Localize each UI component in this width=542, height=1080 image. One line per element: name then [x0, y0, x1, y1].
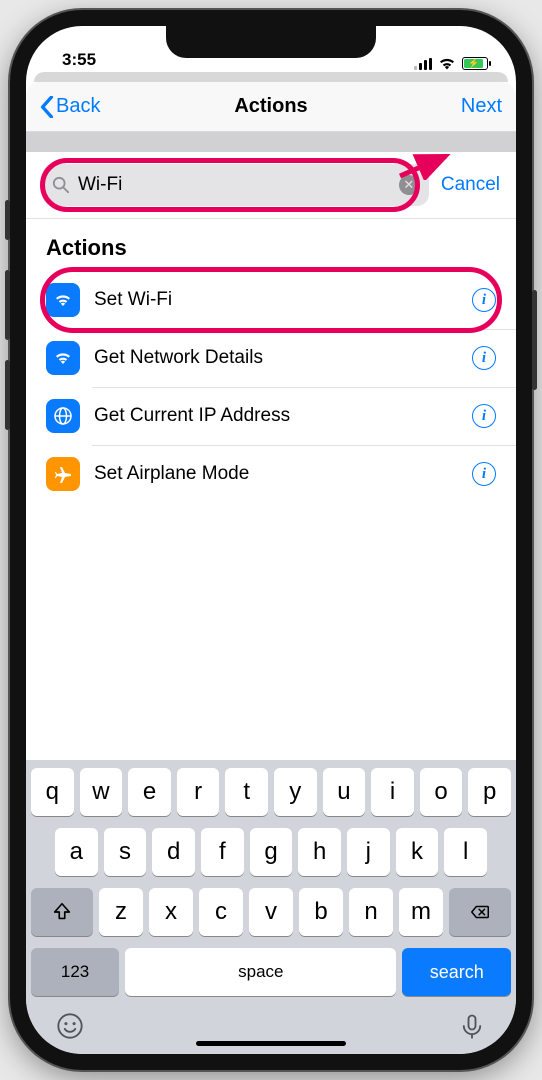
mic-icon[interactable] — [458, 1012, 486, 1040]
battery-icon: ⚡ — [462, 57, 488, 70]
key-x[interactable]: x — [149, 888, 193, 936]
action-label: Set Wi-Fi — [94, 289, 458, 311]
wifi-icon — [46, 283, 80, 317]
info-icon[interactable]: i — [472, 346, 496, 370]
next-button[interactable]: Next — [461, 95, 502, 118]
key-s[interactable]: s — [104, 828, 147, 876]
key-d[interactable]: d — [152, 828, 195, 876]
key-h[interactable]: h — [298, 828, 341, 876]
key-delete[interactable] — [449, 888, 511, 936]
wifi-icon — [46, 341, 80, 375]
keyboard: qwertyuiop asdfghjkl zxcvbnm 123 space s… — [26, 760, 516, 1054]
key-k[interactable]: k — [396, 828, 439, 876]
cancel-button[interactable]: Cancel — [441, 174, 500, 196]
card-stack-peek — [34, 72, 508, 82]
info-icon[interactable]: i — [472, 288, 496, 312]
action-label: Set Airplane Mode — [94, 463, 458, 485]
info-icon[interactable]: i — [472, 462, 496, 486]
search-row: ✕ Cancel — [26, 152, 516, 219]
spacer — [26, 132, 516, 152]
search-input[interactable] — [78, 174, 391, 196]
key-n[interactable]: n — [349, 888, 393, 936]
key-y[interactable]: y — [274, 768, 317, 816]
key-w[interactable]: w — [80, 768, 123, 816]
key-b[interactable]: b — [299, 888, 343, 936]
back-button[interactable]: Back — [40, 95, 100, 118]
search-box[interactable]: ✕ — [42, 164, 429, 206]
key-o[interactable]: o — [420, 768, 463, 816]
key-shift[interactable] — [31, 888, 93, 936]
content: Actions Set Wi-FiiGet Network DetailsiGe… — [26, 219, 516, 760]
key-f[interactable]: f — [201, 828, 244, 876]
key-i[interactable]: i — [371, 768, 414, 816]
phone-frame: 3:55 ⚡ Back Actions Next — [10, 10, 532, 1070]
action-label: Get Network Details — [94, 347, 458, 369]
action-label: Get Current IP Address — [94, 405, 458, 427]
key-g[interactable]: g — [250, 828, 293, 876]
key-p[interactable]: p — [468, 768, 511, 816]
key-v[interactable]: v — [249, 888, 293, 936]
section-header: Actions — [26, 219, 516, 271]
emoji-icon[interactable] — [56, 1012, 84, 1040]
globe-icon — [46, 399, 80, 433]
key-j[interactable]: j — [347, 828, 390, 876]
key-l[interactable]: l — [444, 828, 487, 876]
notch — [166, 26, 376, 58]
action-row[interactable]: Set Wi-Fi i — [26, 271, 516, 329]
key-q[interactable]: q — [31, 768, 74, 816]
home-indicator[interactable] — [196, 1041, 346, 1046]
action-row[interactable]: Set Airplane Mode i — [26, 445, 516, 503]
action-row[interactable]: Get Network Details i — [26, 329, 516, 387]
chevron-left-icon — [40, 96, 54, 118]
back-label: Back — [56, 95, 100, 118]
key-e[interactable]: e — [128, 768, 171, 816]
screen: 3:55 ⚡ Back Actions Next — [26, 26, 516, 1054]
key-search[interactable]: search — [402, 948, 511, 996]
key-c[interactable]: c — [199, 888, 243, 936]
cellular-icon — [414, 58, 432, 70]
key-numbers[interactable]: 123 — [31, 948, 119, 996]
key-z[interactable]: z — [99, 888, 143, 936]
clear-search-icon[interactable]: ✕ — [399, 175, 419, 195]
key-u[interactable]: u — [323, 768, 366, 816]
status-time: 3:55 — [62, 50, 96, 70]
key-r[interactable]: r — [177, 768, 220, 816]
action-row[interactable]: Get Current IP Address i — [26, 387, 516, 445]
plane-icon — [46, 457, 80, 491]
key-m[interactable]: m — [399, 888, 443, 936]
wifi-status-icon — [438, 57, 456, 70]
nav-bar: Back Actions Next — [26, 82, 516, 132]
key-a[interactable]: a — [55, 828, 98, 876]
key-t[interactable]: t — [225, 768, 268, 816]
info-icon[interactable]: i — [472, 404, 496, 428]
search-icon — [52, 176, 70, 194]
key-space[interactable]: space — [125, 948, 396, 996]
